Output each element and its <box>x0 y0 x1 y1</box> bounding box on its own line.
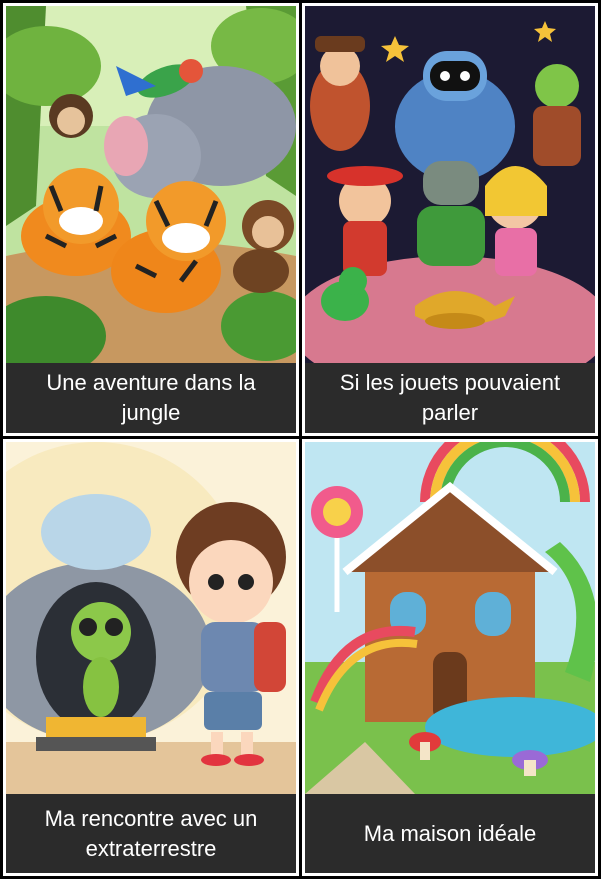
story-card-toys[interactable]: Si les jouets pouvaient parler <box>302 3 598 436</box>
story-card-alien[interactable]: Ma rencontre avec un extraterrestre <box>3 439 299 876</box>
card-title: Ma maison idéale <box>305 794 595 873</box>
card-body: Une aventure dans la jungle <box>6 6 296 433</box>
story-card-jungle[interactable]: Une aventure dans la jungle <box>3 3 299 436</box>
card-title: Si les jouets pouvaient parler <box>305 363 595 433</box>
story-card-house[interactable]: Ma maison idéale <box>302 439 598 876</box>
toys-illustration <box>305 6 595 363</box>
card-title: Une aventure dans la jungle <box>6 363 296 433</box>
card-body: Si les jouets pouvaient parler <box>305 6 595 433</box>
card-title: Ma rencontre avec un extraterrestre <box>6 794 296 873</box>
card-sheet: Une aventure dans la jungle Si les jouet… <box>0 0 601 879</box>
candy-house-illustration <box>305 442 595 794</box>
card-body: Ma maison idéale <box>305 442 595 873</box>
alien-encounter-illustration <box>6 442 296 794</box>
card-body: Ma rencontre avec un extraterrestre <box>6 442 296 873</box>
jungle-animals-illustration <box>6 6 296 363</box>
